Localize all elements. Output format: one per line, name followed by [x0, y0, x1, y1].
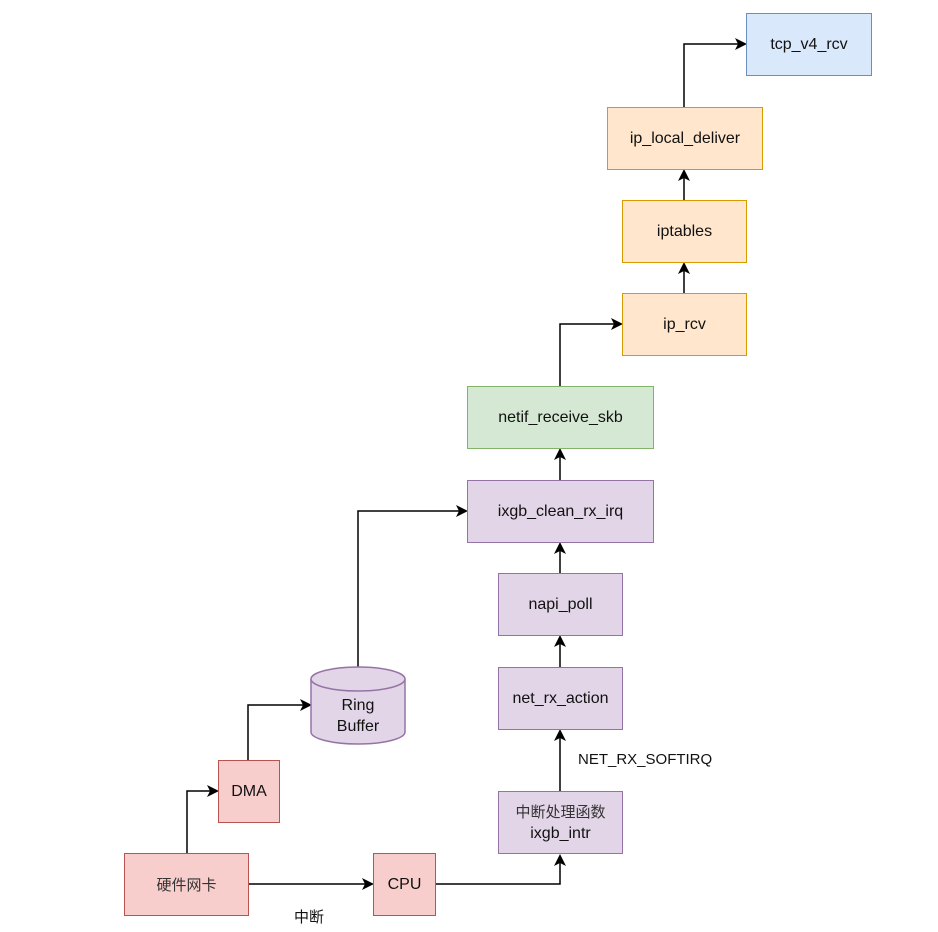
node-ip-rcv: ip_rcv — [622, 293, 747, 356]
connectors-layer — [186, 38, 747, 890]
node-irq-handler-cn: 中断处理函数 — [515, 802, 606, 821]
node-ring-buffer-line2: Buffer — [336, 718, 380, 735]
edge-nic-dma — [186, 785, 219, 853]
edge-dma-ringbuffer — [247, 699, 312, 760]
node-net-rx-action: net_rx_action — [498, 667, 623, 730]
node-napi-poll-label: napi_poll — [528, 595, 593, 613]
node-ip-local-deliver: ip_local_deliver — [607, 107, 763, 170]
node-ring-buffer: Ring Buffer — [311, 690, 405, 742]
node-ixgb-clean-rx-irq-label: ixgb_clean_rx_irq — [497, 502, 624, 520]
edge-label-interrupt: 中断 — [294, 908, 325, 926]
node-ip-rcv-label: ip_rcv — [663, 315, 706, 333]
node-ring-buffer-line1: Ring — [341, 697, 375, 714]
node-iptables-label: iptables — [656, 222, 713, 240]
node-napi-poll: napi_poll — [498, 573, 623, 636]
node-ip-local-deliver-label: ip_local_deliver — [629, 129, 741, 147]
edge-iplocaldeliver-tcp — [683, 38, 747, 107]
node-irq-handler: 中断处理函数 ixgb_intr — [498, 791, 623, 854]
node-dma-label: DMA — [231, 782, 267, 800]
node-cpu-label: CPU — [387, 875, 422, 893]
edge-label-softirq: NET_RX_SOFTIRQ — [578, 751, 713, 768]
edge-cpu-irqhandler — [436, 854, 566, 885]
node-nic-label: 硬件网卡 — [156, 875, 217, 894]
node-cpu: CPU — [373, 853, 436, 916]
node-tcp-v4-rcv: tcp_v4_rcv — [746, 13, 872, 76]
node-iptables: iptables — [622, 200, 747, 263]
edge-netif-iprcv — [559, 318, 623, 386]
node-tcp-v4-rcv-label: tcp_v4_rcv — [770, 35, 848, 53]
node-dma: DMA — [218, 760, 280, 823]
node-nic: 硬件网卡 — [124, 853, 249, 916]
edge-ringbuffer-cleanrx — [357, 505, 468, 667]
node-irq-handler-fn: ixgb_intr — [530, 824, 591, 842]
node-netif-receive-skb: netif_receive_skb — [467, 386, 654, 449]
node-ixgb-clean-rx-irq: ixgb_clean_rx_irq — [467, 480, 654, 543]
node-netif-receive-skb-label: netif_receive_skb — [498, 408, 623, 426]
node-net-rx-action-label: net_rx_action — [512, 689, 609, 707]
